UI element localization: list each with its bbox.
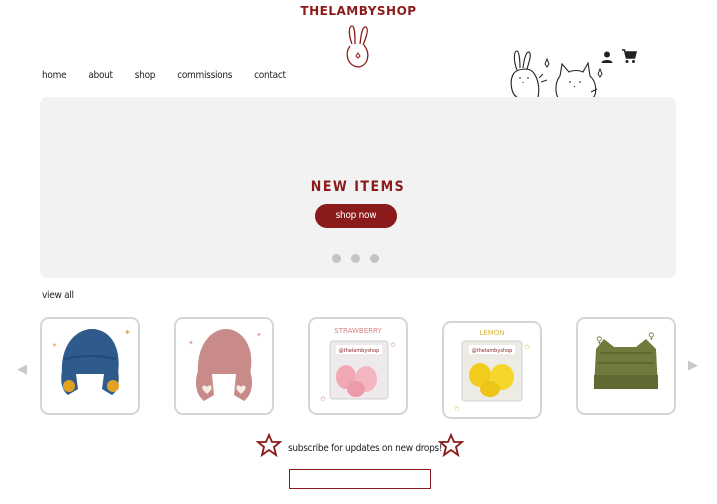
slide-dot-1[interactable] — [332, 254, 341, 263]
subscribe-text: subscribe for updates on new drops! — [288, 443, 443, 454]
svg-text:✩: ✩ — [389, 341, 396, 349]
product-card-blue-hat[interactable]: ✶ ✶ — [40, 317, 140, 415]
brand-header: THELAMBYSHOP — [0, 0, 717, 19]
slide-indicators — [332, 254, 389, 263]
product-card-strawberry[interactable]: STRAWBERRY @thelambyshop ✩ ✩ — [308, 317, 408, 415]
nav-home[interactable]: home — [42, 70, 67, 81]
nav-commissions[interactable]: commissions — [177, 70, 232, 81]
svg-text:✦: ✦ — [188, 339, 194, 347]
star-doodle-icon — [438, 433, 464, 457]
cart-icon[interactable] — [621, 49, 637, 64]
carousel-next-icon[interactable]: ▶ — [688, 358, 698, 373]
slide-dot-2[interactable] — [351, 254, 360, 263]
shop-now-button[interactable]: shop now — [315, 204, 397, 228]
strawberry-label: STRAWBERRY — [334, 327, 382, 335]
blue-hat-image: ✶ ✶ — [52, 328, 131, 395]
product-card-green-beanie[interactable]: ♀ ♀ — [576, 317, 676, 415]
svg-text:✶: ✶ — [124, 328, 131, 337]
svg-text:✩: ✩ — [453, 405, 460, 413]
product-card-pink-hat[interactable]: ✦ ✦ — [174, 317, 274, 415]
nav-shop[interactable]: shop — [135, 70, 156, 81]
star-doodle-icon — [256, 433, 282, 457]
svg-text:♀: ♀ — [648, 332, 655, 342]
strawberry-pouch-image: STRAWBERRY @thelambyshop ✩ ✩ — [319, 327, 396, 403]
svg-text:✩: ✩ — [319, 395, 326, 403]
email-field[interactable] — [289, 469, 431, 489]
carousel-prev-icon[interactable]: ◀ — [17, 362, 27, 377]
lemon-pouch-image: LEMON @thelambyshop ✩ ✩ — [453, 329, 530, 413]
strawberry-tag: @thelambyshop — [339, 348, 380, 354]
account-icon[interactable] — [600, 50, 614, 64]
svg-text:✶: ✶ — [52, 342, 57, 349]
nav-about[interactable]: about — [88, 70, 113, 81]
lemon-label: LEMON — [479, 329, 504, 337]
green-beanie-image: ♀ ♀ — [594, 332, 658, 389]
svg-text:✩: ✩ — [523, 343, 530, 351]
banner-title: NEW ITEMS — [310, 179, 406, 195]
bunny-cat-doodle-icon — [510, 50, 603, 98]
lemon-tag: @thelambyshop — [472, 348, 513, 354]
svg-text:✦: ✦ — [256, 331, 262, 339]
nav-contact[interactable]: contact — [254, 70, 286, 81]
bunny-logo-icon[interactable] — [340, 24, 376, 70]
main-nav: home about shop commissions contact — [42, 70, 308, 81]
hero-banner: NEW ITEMS shop now — [40, 97, 676, 278]
pink-hat-image: ✦ ✦ — [188, 329, 262, 401]
brand-name[interactable]: THELAMBYSHOP — [300, 4, 416, 18]
view-all-link[interactable]: view all — [42, 290, 74, 301]
product-card-lemon[interactable]: LEMON @thelambyshop ✩ ✩ — [442, 321, 542, 419]
slide-dot-3[interactable] — [370, 254, 379, 263]
svg-text:♀: ♀ — [596, 336, 603, 346]
